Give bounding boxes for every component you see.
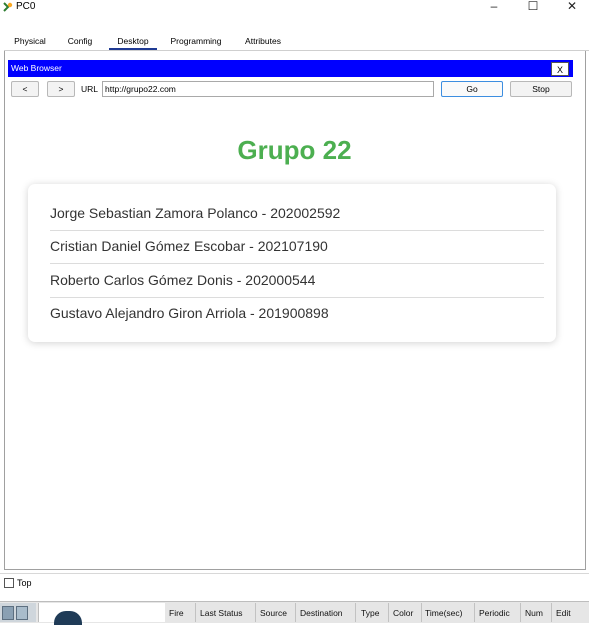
col-color[interactable]: Color — [393, 608, 413, 622]
tab-programming[interactable]: Programming — [164, 34, 228, 50]
web-browser-close-button[interactable]: X — [551, 62, 569, 76]
maximize-button[interactable]: ☐ — [518, 0, 548, 14]
back-button[interactable]: < — [11, 81, 39, 97]
col-divider — [551, 603, 552, 622]
members-card: Jorge Sebastian Zamora Polanco - 2020025… — [28, 184, 556, 342]
col-divider — [255, 603, 256, 622]
tab-config[interactable]: Config — [60, 34, 100, 50]
col-divider — [421, 603, 422, 622]
col-divider — [388, 603, 389, 622]
col-divider — [355, 603, 356, 622]
forward-button[interactable]: > — [47, 81, 75, 97]
col-last-status[interactable]: Last Status — [200, 608, 243, 622]
close-window-button[interactable]: ✕ — [557, 0, 587, 14]
member-row: Jorge Sebastian Zamora Polanco - 2020025… — [50, 197, 544, 231]
window-title: PC0 — [16, 1, 36, 12]
member-row: Gustavo Alejandro Giron Arriola - 201900… — [50, 305, 329, 321]
panel-bottom-divider — [0, 573, 589, 574]
col-fire[interactable]: Fire — [169, 608, 184, 622]
tab-attributes[interactable]: Attributes — [236, 34, 290, 50]
web-browser-titlebar — [8, 60, 573, 77]
col-type[interactable]: Type — [361, 608, 379, 622]
url-input[interactable] — [102, 81, 434, 97]
member-row: Cristian Daniel Gómez Escobar - 20210719… — [50, 230, 544, 264]
url-label: URL — [81, 84, 99, 94]
member-row: Roberto Carlos Gómez Donis - 202000544 — [50, 264, 544, 298]
simulation-mode-icon[interactable] — [16, 606, 28, 620]
top-label: Top — [17, 578, 32, 588]
col-time[interactable]: Time(sec) — [425, 608, 462, 622]
minimize-button[interactable]: – — [479, 0, 509, 14]
web-browser-title: Web Browser — [11, 63, 62, 73]
col-source[interactable]: Source — [260, 608, 287, 622]
col-num[interactable]: Num — [525, 608, 543, 622]
page-heading: Grupo 22 — [237, 135, 352, 165]
col-divider — [295, 603, 296, 622]
go-button[interactable]: Go — [441, 81, 503, 97]
top-checkbox[interactable] — [4, 578, 14, 588]
realtime-mode-icon[interactable] — [2, 606, 14, 620]
col-edit[interactable]: Edit — [556, 608, 571, 622]
col-destination[interactable]: Destination — [300, 608, 343, 622]
col-divider — [195, 603, 196, 622]
scenario-icon[interactable] — [54, 611, 82, 625]
col-periodic[interactable]: Periodic — [479, 608, 510, 622]
col-divider — [520, 603, 521, 622]
stop-button[interactable]: Stop — [510, 81, 572, 97]
col-divider — [474, 603, 475, 622]
tab-desktop[interactable]: Desktop — [109, 34, 157, 51]
tab-physical[interactable]: Physical — [6, 34, 54, 50]
packet-tracer-icon — [3, 2, 13, 12]
